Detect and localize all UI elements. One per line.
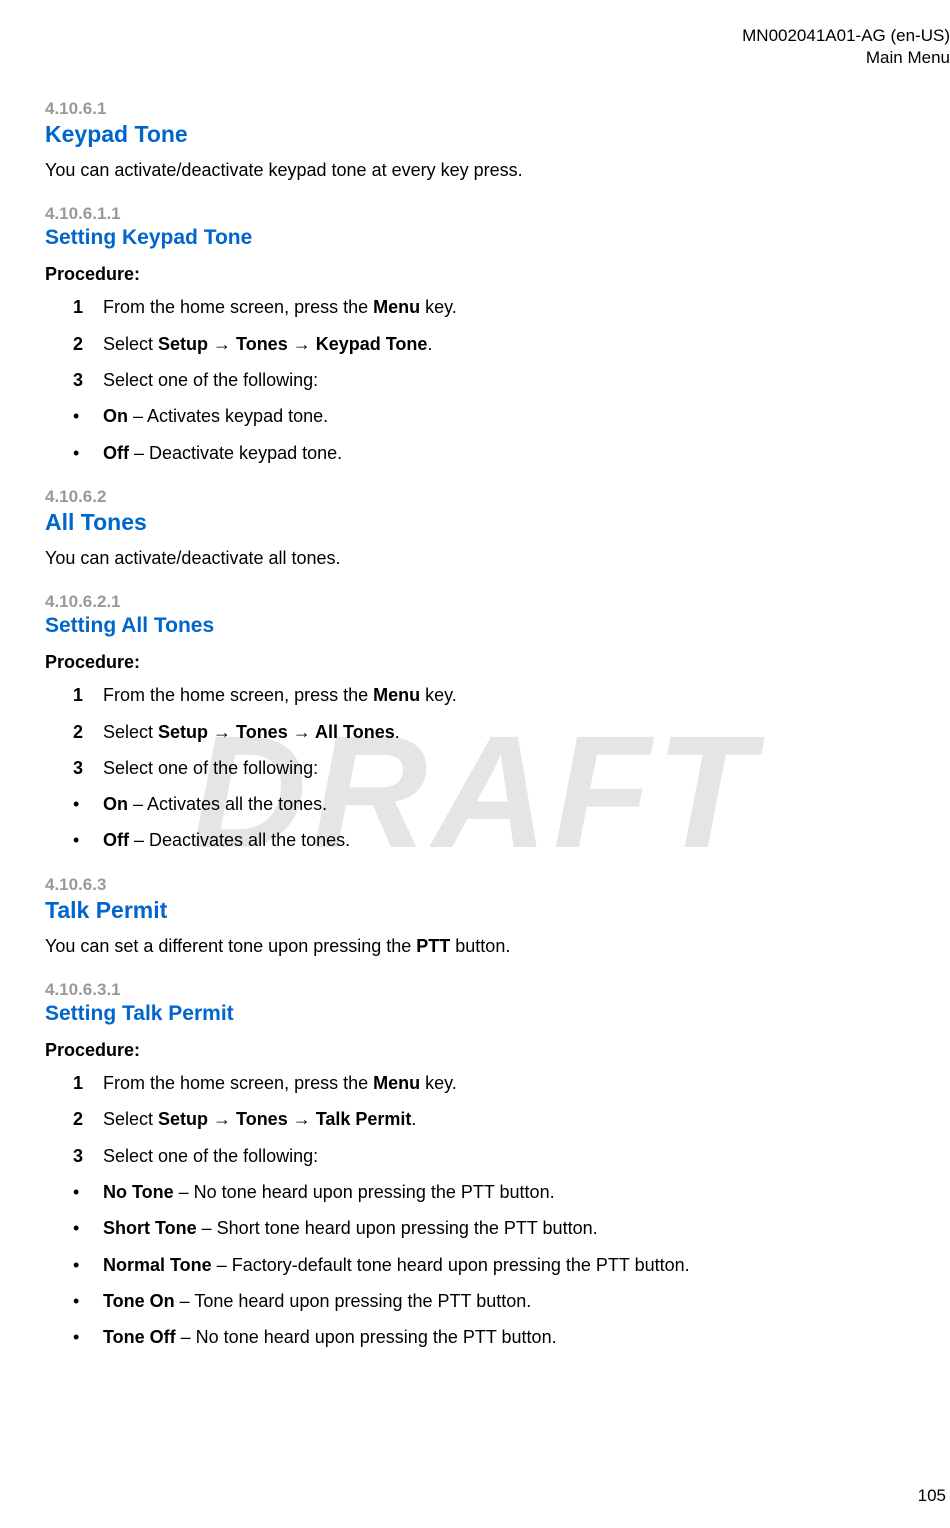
bullet-marker: • [73, 792, 103, 816]
step-text: Select Setup → Tones → All Tones. [103, 720, 400, 744]
step-number: 1 [73, 295, 103, 319]
breadcrumb: Main Menu [0, 47, 950, 69]
section-number: 4.10.6.1.1 [45, 204, 900, 224]
step-text: Select one of the following: [103, 756, 318, 780]
step-number: 2 [73, 332, 103, 356]
procedure-label: Procedure: [45, 1040, 900, 1061]
procedure-step: 2Select Setup → Tones → Keypad Tone. [45, 332, 900, 356]
section-title: Setting Keypad Tone [45, 226, 900, 250]
bullet-text: Off – Deactivates all the tones. [103, 828, 350, 852]
bullet-text: Tone Off – No tone heard upon pressing t… [103, 1325, 557, 1349]
procedure-step: 3Select one of the following: [45, 756, 900, 780]
procedure-step: 3Select one of the following: [45, 368, 900, 392]
procedure-step: 3Select one of the following: [45, 1144, 900, 1168]
bullet-text: Normal Tone – Factory-default tone heard… [103, 1253, 690, 1277]
bullet-item: •Normal Tone – Factory-default tone hear… [73, 1253, 900, 1277]
section-title: Talk Permit [45, 897, 900, 924]
section-title: Setting All Tones [45, 614, 900, 638]
bullet-list: •No Tone – No tone heard upon pressing t… [45, 1180, 900, 1349]
bullet-item: •Off – Deactivate keypad tone. [73, 441, 900, 465]
bullet-marker: • [73, 1216, 103, 1240]
section-number: 4.10.6.2 [45, 487, 900, 507]
bullet-text: Off – Deactivate keypad tone. [103, 441, 342, 465]
section-number: 4.10.6.2.1 [45, 592, 900, 612]
bullet-text: No Tone – No tone heard upon pressing th… [103, 1180, 555, 1204]
bullet-list: •On – Activates keypad tone.•Off – Deact… [45, 404, 900, 465]
section-body: You can set a different tone upon pressi… [45, 934, 900, 958]
bullet-text: On – Activates keypad tone. [103, 404, 328, 428]
bullet-marker: • [73, 1253, 103, 1277]
section-title: Setting Talk Permit [45, 1002, 900, 1026]
bullet-text: Short Tone – Short tone heard upon press… [103, 1216, 598, 1240]
step-number: 1 [73, 683, 103, 707]
step-number: 2 [73, 1107, 103, 1131]
step-text: From the home screen, press the Menu key… [103, 1071, 457, 1095]
bullet-marker: • [73, 828, 103, 852]
procedure-label: Procedure: [45, 652, 900, 673]
bullet-marker: • [73, 1180, 103, 1204]
bullet-item: •No Tone – No tone heard upon pressing t… [73, 1180, 900, 1204]
bullet-marker: • [73, 404, 103, 428]
procedure-step: 1From the home screen, press the Menu ke… [45, 683, 900, 707]
step-text: Select Setup → Tones → Keypad Tone. [103, 332, 432, 356]
bullet-list: •On – Activates all the tones.•Off – Dea… [45, 792, 900, 853]
step-number: 1 [73, 1071, 103, 1095]
doc-id: MN002041A01-AG (en-US) [0, 25, 950, 47]
step-number: 3 [73, 368, 103, 392]
bullet-marker: • [73, 441, 103, 465]
bullet-item: •On – Activates keypad tone. [73, 404, 900, 428]
step-number: 3 [73, 756, 103, 780]
bullet-item: •Tone On – Tone heard upon pressing the … [73, 1289, 900, 1313]
section-title: All Tones [45, 509, 900, 536]
section-body: You can activate/deactivate keypad tone … [45, 158, 900, 182]
section-number: 4.10.6.3.1 [45, 980, 900, 1000]
procedure-step: 1From the home screen, press the Menu ke… [45, 1071, 900, 1095]
bullet-text: On – Activates all the tones. [103, 792, 327, 816]
procedure-step: 1From the home screen, press the Menu ke… [45, 295, 900, 319]
section-number: 4.10.6.1 [45, 99, 900, 119]
step-text: From the home screen, press the Menu key… [103, 295, 457, 319]
step-number: 3 [73, 1144, 103, 1168]
bullet-item: •Short Tone – Short tone heard upon pres… [73, 1216, 900, 1240]
page-header: MN002041A01-AG (en-US) Main Menu [0, 25, 950, 69]
procedure-step: 2Select Setup → Tones → All Tones. [45, 720, 900, 744]
bullet-item: •Off – Deactivates all the tones. [73, 828, 900, 852]
section-title: Keypad Tone [45, 121, 900, 148]
bullet-marker: • [73, 1289, 103, 1313]
procedure-list: 1From the home screen, press the Menu ke… [45, 1071, 900, 1349]
section-number: 4.10.6.3 [45, 875, 900, 895]
document-page: DRAFT MN002041A01-AG (en-US) Main Menu 4… [0, 0, 950, 1528]
bullet-text: Tone On – Tone heard upon pressing the P… [103, 1289, 531, 1313]
step-text: Select Setup → Tones → Talk Permit. [103, 1107, 416, 1131]
step-text: Select one of the following: [103, 368, 318, 392]
procedure-label: Procedure: [45, 264, 900, 285]
page-number: 105 [918, 1486, 946, 1506]
page-content: 4.10.6.1Keypad Tone You can activate/deac… [0, 99, 950, 1349]
bullet-item: •Tone Off – No tone heard upon pressing … [73, 1325, 900, 1349]
procedure-list: 1From the home screen, press the Menu ke… [45, 295, 900, 464]
bullet-marker: • [73, 1325, 103, 1349]
step-number: 2 [73, 720, 103, 744]
procedure-list: 1From the home screen, press the Menu ke… [45, 683, 900, 852]
step-text: Select one of the following: [103, 1144, 318, 1168]
bullet-item: •On – Activates all the tones. [73, 792, 900, 816]
procedure-step: 2Select Setup → Tones → Talk Permit. [45, 1107, 900, 1131]
step-text: From the home screen, press the Menu key… [103, 683, 457, 707]
section-body: You can activate/deactivate all tones. [45, 546, 900, 570]
